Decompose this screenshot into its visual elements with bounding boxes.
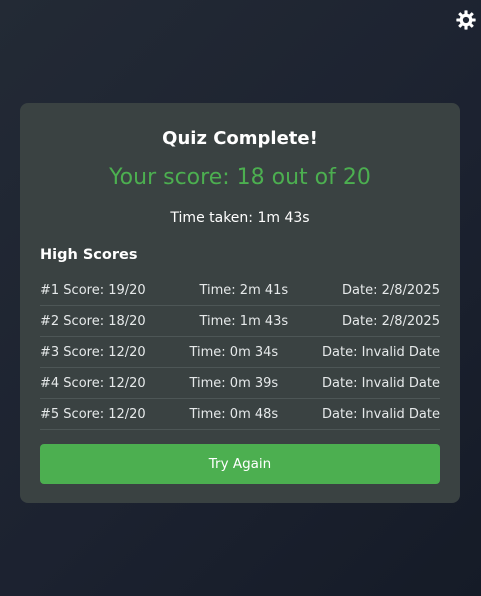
quiz-complete-title: Quiz Complete! [162,128,318,149]
high-scores-heading: High Scores [40,247,138,263]
high-score-score: #5 Score: 12/20 [40,406,146,422]
high-score-time: Time: 0m 48s [189,406,279,422]
high-score-time: Time: 0m 39s [189,375,279,391]
high-score-time: Time: 0m 34s [189,344,279,360]
score-text: Your score: 18 out of 20 [109,165,371,190]
high-score-date: Date: Invalid Date [322,375,440,391]
high-score-row: #5 Score: 12/20 Time: 0m 48s Date: Inval… [40,399,440,430]
high-score-row: #3 Score: 12/20 Time: 0m 34s Date: Inval… [40,337,440,368]
try-again-button[interactable]: Try Again [40,444,440,484]
settings-button[interactable] [455,9,477,31]
high-score-row: #2 Score: 18/20 Time: 1m 43s Date: 2/8/2… [40,306,440,337]
high-score-time: Time: 2m 41s [199,282,289,298]
results-card: Quiz Complete! Your score: 18 out of 20 … [20,103,460,503]
high-scores-list: #1 Score: 19/20 Time: 2m 41s Date: 2/8/2… [40,275,440,430]
high-score-date: Date: Invalid Date [322,406,440,422]
high-score-score: #3 Score: 12/20 [40,344,146,360]
gear-icon [455,9,477,31]
high-score-date: Date: 2/8/2025 [342,282,440,298]
high-score-date: Date: Invalid Date [322,344,440,360]
time-taken-text: Time taken: 1m 43s [170,210,310,226]
high-score-date: Date: 2/8/2025 [342,313,440,329]
high-score-score: #4 Score: 12/20 [40,375,146,391]
high-score-time: Time: 1m 43s [199,313,289,329]
high-score-row: #4 Score: 12/20 Time: 0m 39s Date: Inval… [40,368,440,399]
high-score-score: #1 Score: 19/20 [40,282,146,298]
high-score-score: #2 Score: 18/20 [40,313,146,329]
high-score-row: #1 Score: 19/20 Time: 2m 41s Date: 2/8/2… [40,275,440,306]
